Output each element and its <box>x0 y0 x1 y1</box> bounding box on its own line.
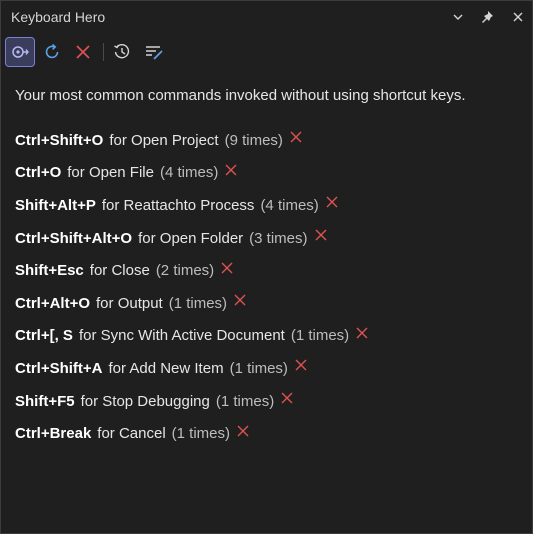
shortcut-keys: Ctrl+Shift+A <box>15 359 103 377</box>
command-row: Ctrl+[, S for Sync With Active Document … <box>15 320 522 353</box>
shortcut-keys: Ctrl+Shift+O <box>15 131 104 149</box>
usage-count: (1 times) <box>215 392 275 410</box>
usage-count: (3 times) <box>249 229 308 247</box>
history-icon[interactable] <box>108 38 136 66</box>
remove-icon[interactable] <box>221 262 233 274</box>
filter-list-icon[interactable] <box>140 38 168 66</box>
command-name: for Reattachto Process <box>101 196 255 214</box>
usage-count: (4 times) <box>260 196 319 214</box>
chevron-down-icon[interactable] <box>447 7 469 27</box>
shortcut-keys: Ctrl+O <box>15 164 62 182</box>
usage-count: (1 times) <box>171 425 231 443</box>
command-name: for Cancel <box>97 425 166 443</box>
remove-icon[interactable] <box>326 196 338 208</box>
command-name: for Open Folder <box>138 229 244 247</box>
remove-icon[interactable] <box>290 131 302 143</box>
remove-icon[interactable] <box>295 359 307 371</box>
toolbar <box>1 34 532 70</box>
shortcut-keys: Shift+F5 <box>15 392 75 410</box>
command-name: for Open Project <box>109 131 219 149</box>
intro-text: Your most common commands invoked withou… <box>15 87 466 104</box>
command-row: Ctrl+O for Open File (4 times) <box>15 157 522 190</box>
usage-count: (1 times) <box>229 359 288 377</box>
remove-icon[interactable] <box>281 392 293 404</box>
title-bar: Keyboard Hero <box>1 1 532 34</box>
command-row: Shift+Alt+P for Reattachto Process (4 ti… <box>15 189 522 222</box>
command-name: for Output <box>96 294 163 312</box>
command-list-panel: Your most common commands invoked withou… <box>15 85 522 450</box>
refresh-icon[interactable] <box>38 38 66 66</box>
shortcut-keys: Ctrl+Shift+Alt+O <box>15 229 133 247</box>
toolbar-separator <box>103 43 104 61</box>
pin-icon[interactable] <box>477 7 499 27</box>
command-row: Ctrl+Shift+O for Open Project (9 times) <box>15 124 522 157</box>
remove-icon[interactable] <box>356 327 368 339</box>
remove-icon[interactable] <box>234 294 246 306</box>
shortcut-keys: Shift+Esc <box>15 262 84 280</box>
shortcut-keys: Ctrl+Break <box>15 425 92 443</box>
clear-all-icon[interactable] <box>69 38 97 66</box>
command-name: for Sync With Active Document <box>78 327 285 345</box>
command-name: for Add New Item <box>108 359 224 377</box>
command-name: for Open File <box>67 164 154 182</box>
command-row: Ctrl+Shift+A for Add New Item (1 times) <box>15 352 522 385</box>
usage-count: (1 times) <box>168 294 228 312</box>
usage-count: (4 times) <box>159 164 219 182</box>
shortcut-keys: Ctrl+[, S <box>15 327 73 345</box>
command-row: Ctrl+Alt+O for Output (1 times) <box>15 287 522 320</box>
settings-toggle-icon[interactable] <box>5 37 35 67</box>
usage-count: (9 times) <box>224 131 283 149</box>
keyboard-hero-window: Keyboard Hero Your most common commands … <box>0 0 533 534</box>
remove-icon[interactable] <box>225 164 237 176</box>
command-name: for Stop Debugging <box>80 392 210 410</box>
window-title: Keyboard Hero <box>11 9 106 25</box>
shortcut-keys: Ctrl+Alt+O <box>15 294 91 312</box>
remove-icon[interactable] <box>315 229 327 241</box>
remove-icon[interactable] <box>237 425 249 437</box>
usage-count: (2 times) <box>155 262 215 280</box>
shortcut-keys: Shift+Alt+P <box>15 196 96 214</box>
command-name: for Close <box>89 262 150 280</box>
command-row: Ctrl+Shift+Alt+O for Open Folder (3 time… <box>15 222 522 255</box>
command-row: Ctrl+Break for Cancel (1 times) <box>15 417 522 450</box>
usage-count: (1 times) <box>290 327 350 345</box>
command-row: Shift+F5 for Stop Debugging (1 times) <box>15 385 522 418</box>
command-row: Shift+Esc for Close (2 times) <box>15 254 522 287</box>
close-icon[interactable] <box>507 7 529 27</box>
